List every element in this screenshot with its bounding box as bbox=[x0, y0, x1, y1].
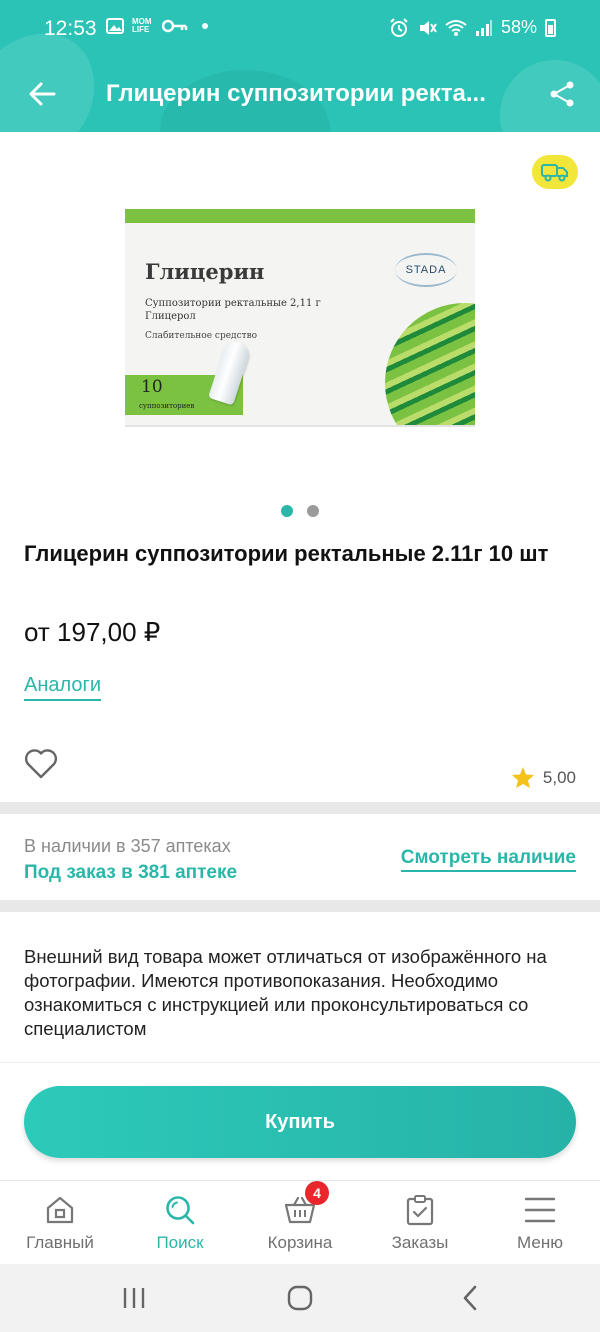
orders-icon bbox=[406, 1195, 434, 1226]
app-bar: Глицерин суппозитории ректа... bbox=[0, 58, 600, 132]
home-icon bbox=[46, 1196, 74, 1224]
app-header-background: 12:53 MOM LIFE 58% Глицерин суппозитории… bbox=[0, 0, 600, 132]
truck-icon bbox=[541, 164, 568, 182]
menu-icon bbox=[524, 1197, 556, 1223]
recent-apps-button[interactable] bbox=[112, 1284, 156, 1312]
analogs-link[interactable]: Аналоги bbox=[24, 674, 101, 701]
nav-label: Корзина bbox=[267, 1233, 333, 1252]
suppository-image bbox=[208, 338, 252, 406]
see-availability-link[interactable]: Смотреть наличие bbox=[400, 847, 576, 872]
bottom-navigation: Главный Поиск Корзина Заказы Меню bbox=[0, 1180, 600, 1264]
star-icon bbox=[511, 767, 534, 788]
cart-badge: 4 bbox=[305, 1181, 329, 1205]
package-form: Суппозитории ректальные 2,11 г bbox=[145, 298, 321, 309]
nav-item-menu[interactable]: Меню bbox=[480, 1181, 600, 1265]
carousel-indicator bbox=[281, 505, 319, 517]
back-system-button[interactable] bbox=[448, 1284, 492, 1312]
product-rating: 5,00 bbox=[511, 766, 576, 789]
package-stripes bbox=[385, 303, 475, 425]
package-front: Глицерин Суппозитории ректальные 2,11 г … bbox=[125, 223, 475, 427]
status-time: 12:53 bbox=[44, 17, 97, 40]
home-system-button[interactable] bbox=[278, 1284, 322, 1312]
package-brand: Глицерин bbox=[145, 259, 265, 284]
alarm-icon bbox=[390, 17, 408, 37]
package-purpose: Слабительное средство bbox=[145, 331, 258, 341]
manufacturer-logo: STADA bbox=[395, 253, 457, 287]
divider bbox=[0, 802, 600, 814]
product-price: от 197,00 ₽ bbox=[24, 617, 161, 647]
nav-item-home[interactable]: Главный bbox=[0, 1181, 120, 1265]
nav-item-cart[interactable]: Корзина bbox=[240, 1181, 360, 1265]
page-title: Глицерин суппозитории ректа... bbox=[106, 80, 486, 107]
recent-apps-icon bbox=[123, 1288, 145, 1308]
carousel-dot[interactable] bbox=[307, 505, 319, 517]
wifi-icon bbox=[445, 19, 467, 36]
carousel-dot[interactable] bbox=[281, 505, 293, 517]
nav-label: Меню bbox=[517, 1233, 563, 1252]
mute-icon bbox=[419, 20, 437, 35]
on-order-link[interactable]: Под заказ в 381 аптеке bbox=[24, 862, 237, 884]
nav-label: Заказы bbox=[391, 1233, 449, 1252]
product-name: Глицерин суппозитории ректальные 2.11г 1… bbox=[24, 541, 549, 566]
gallery-icon bbox=[106, 18, 124, 34]
delivery-badge[interactable] bbox=[532, 155, 578, 189]
arrow-left-icon bbox=[29, 82, 56, 106]
nav-item-search[interactable]: Поиск bbox=[120, 1181, 240, 1265]
signal-icon bbox=[475, 19, 492, 36]
favorite-button[interactable] bbox=[24, 748, 58, 780]
battery-percent: 58% bbox=[500, 17, 537, 37]
package-top bbox=[125, 209, 475, 223]
back-button[interactable] bbox=[20, 72, 64, 116]
battery-icon bbox=[545, 18, 556, 37]
share-icon bbox=[550, 81, 574, 107]
nav-item-orders[interactable]: Заказы bbox=[360, 1181, 480, 1265]
mom-life-icon: MOM LIFE bbox=[132, 17, 152, 34]
chevron-left-icon bbox=[463, 1285, 477, 1311]
in-stock-text: В наличии в 357 аптеках bbox=[24, 836, 231, 856]
package-substance: Глицерол bbox=[145, 311, 196, 322]
heart-icon bbox=[24, 749, 58, 779]
notification-dot-icon bbox=[202, 23, 208, 29]
package-count-word: суппозиториев bbox=[139, 402, 195, 410]
key-icon bbox=[162, 19, 188, 33]
divider bbox=[0, 1062, 600, 1063]
nav-label: Поиск bbox=[156, 1233, 204, 1252]
home-circle-icon bbox=[287, 1285, 313, 1311]
search-icon bbox=[166, 1196, 195, 1225]
buy-button[interactable]: Купить bbox=[24, 1086, 576, 1158]
nav-label: Главный bbox=[26, 1233, 94, 1252]
product-image[interactable]: Глицерин Суппозитории ректальные 2,11 г … bbox=[125, 209, 475, 427]
share-button[interactable] bbox=[540, 72, 584, 116]
divider bbox=[0, 900, 600, 912]
package-count: 10 bbox=[141, 377, 163, 397]
system-navigation-bar bbox=[0, 1264, 600, 1332]
disclaimer-text: Внешний вид товара может отличаться от и… bbox=[24, 946, 547, 1039]
status-bar: 12:53 MOM LIFE 58% bbox=[0, 0, 600, 58]
rating-value: 5,00 bbox=[542, 767, 576, 787]
